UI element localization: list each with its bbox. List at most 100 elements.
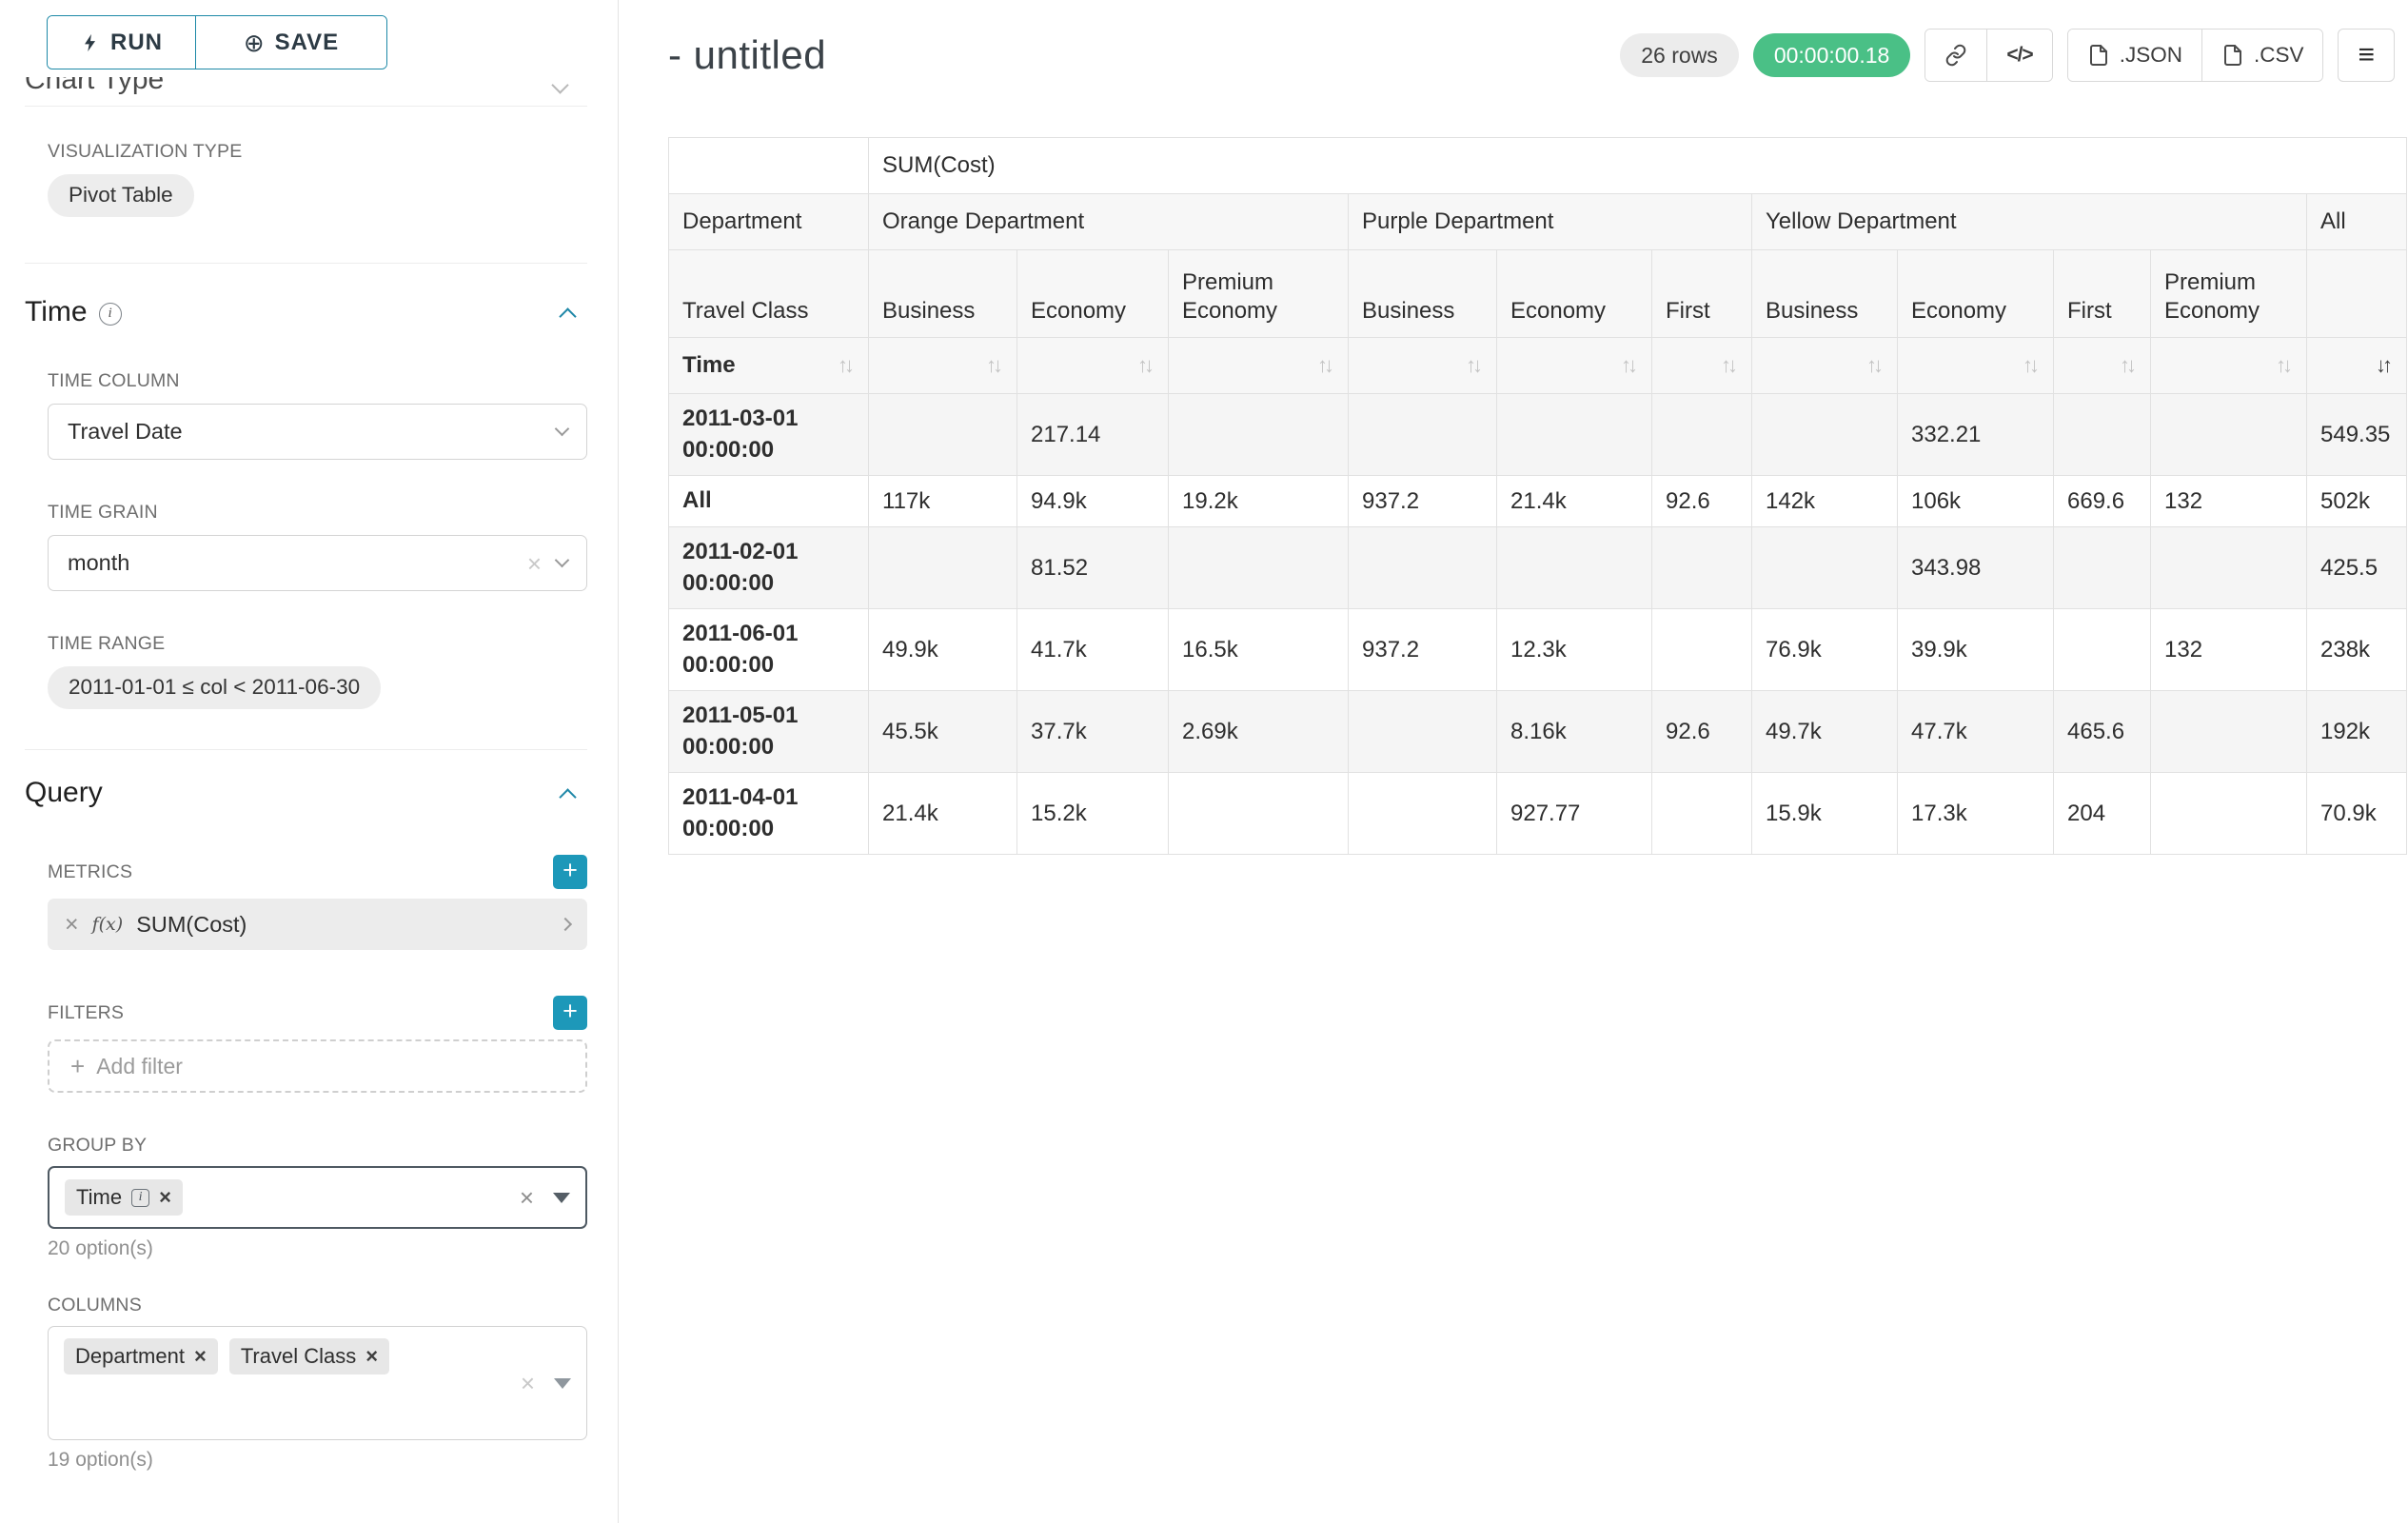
info-icon[interactable]: i: [99, 303, 122, 326]
group-by-options-hint: 20 option(s): [48, 1237, 587, 1260]
chevron-right-icon[interactable]: [559, 918, 572, 931]
chart-title[interactable]: - untitled: [668, 32, 826, 78]
pivot-value-cell: [1652, 527, 1752, 609]
group-by-chip-time[interactable]: Time i ×: [65, 1179, 183, 1216]
pivot-sort-cell: ↑↓: [1652, 338, 1752, 394]
sort-wrap: ↑↓: [1766, 353, 1884, 378]
pivot-value-cell: [2054, 394, 2151, 476]
pivot-value-cell: 937.2: [1349, 609, 1497, 691]
caret-down-icon[interactable]: [555, 553, 570, 568]
remove-chip-icon[interactable]: ×: [159, 1187, 171, 1208]
pivot-value-cell: 2.69k: [1169, 691, 1349, 773]
remove-metric-icon[interactable]: ×: [65, 913, 79, 937]
time-column-select[interactable]: Travel Date: [48, 404, 587, 460]
plus-circle-icon: ⊕: [244, 30, 266, 55]
pivot-class-header: Business: [869, 250, 1017, 338]
sort-wrap: ↑↓: [882, 353, 1003, 378]
viz-type-pill[interactable]: Pivot Table: [48, 174, 194, 217]
pivot-sort-cell: ↑↓: [1497, 338, 1652, 394]
pivot-data-row: All117k94.9k19.2k937.221.4k92.6142k106k6…: [669, 476, 2407, 527]
pivot-sort-row: Time↑↓↑↓↑↓↑↓↑↓↑↓↑↓↑↓↑↓↑↓↑↓↓↑: [669, 338, 2407, 394]
time-range-pill[interactable]: 2011-01-01 ≤ col < 2011-06-30: [48, 666, 381, 709]
lightning-icon: [80, 32, 101, 53]
columns-select[interactable]: Department × Travel Class × ×: [48, 1326, 587, 1440]
collapse-chevron-icon[interactable]: [559, 788, 576, 805]
run-button[interactable]: RUN: [48, 16, 196, 69]
sort-icon[interactable]: ↑↓: [1721, 353, 1738, 378]
sort-icon[interactable]: ↑↓: [2023, 353, 2040, 378]
remove-chip-icon[interactable]: ×: [194, 1346, 207, 1367]
chart-type-section-header[interactable]: Chart Type: [25, 77, 587, 98]
pivot-value-cell: 549.35: [2307, 394, 2407, 476]
pivot-value-cell: 17.3k: [1898, 773, 2054, 855]
sort-icon[interactable]: ↑↓: [2276, 353, 2293, 378]
pivot-value-cell: 192k: [2307, 691, 2407, 773]
metric-chip[interactable]: × f(x) SUM(Cost): [48, 899, 587, 950]
clear-icon[interactable]: ×: [520, 1185, 534, 1210]
sort-icon-active[interactable]: ↓↑: [2376, 353, 2393, 378]
add-filter-plus-button[interactable]: +: [553, 996, 587, 1030]
export-csv-button[interactable]: .CSV: [2201, 30, 2323, 81]
pivot-sort-cell: ↑↓: [1752, 338, 1898, 394]
time-grain-select[interactable]: month ×: [48, 535, 587, 591]
query-section-title: Query: [25, 777, 103, 809]
pivot-department-row: DepartmentOrange DepartmentPurple Depart…: [669, 194, 2407, 250]
pivot-sort-cell: ↑↓: [2054, 338, 2151, 394]
caret-down-icon[interactable]: [555, 422, 570, 437]
sort-icon[interactable]: ↑↓: [2120, 353, 2137, 378]
pivot-department-group-header: Yellow Department: [1752, 194, 2307, 250]
pivot-class-row: Travel ClassBusinessEconomyPremium Econo…: [669, 250, 2407, 338]
group-by-select[interactable]: Time i × ×: [48, 1166, 587, 1229]
pivot-row-label: 2011-04-01 00:00:00: [669, 773, 869, 855]
pivot-value-cell: 49.9k: [869, 609, 1017, 691]
pivot-value-cell: 45.5k: [869, 691, 1017, 773]
pivot-value-cell: 927.77: [1497, 773, 1652, 855]
sort-icon[interactable]: ↑↓: [1137, 353, 1155, 378]
save-button[interactable]: ⊕ SAVE: [196, 16, 386, 69]
columns-chip-department[interactable]: Department ×: [64, 1338, 218, 1375]
copy-link-button[interactable]: [1925, 30, 1986, 81]
sort-icon[interactable]: ↑↓: [1466, 353, 1483, 378]
pivot-class-header: Economy: [1898, 250, 2054, 338]
add-filter-label: Add filter: [96, 1054, 183, 1079]
sort-wrap: ↑↓: [1031, 353, 1155, 378]
time-range-label: TIME RANGE: [48, 633, 587, 655]
function-icon: f(x): [92, 914, 124, 935]
pivot-sort-cell-all: ↓↑: [2307, 338, 2407, 394]
time-section-header[interactable]: Time i: [25, 296, 587, 328]
pivot-class-header-empty: [2307, 250, 2407, 338]
caret-down-icon[interactable]: [554, 1378, 571, 1389]
sort-icon[interactable]: ↑↓: [838, 353, 855, 378]
link-icon: [1944, 44, 1967, 67]
plus-icon: +: [70, 1054, 85, 1078]
pivot-sort-cell: ↑↓: [1898, 338, 2054, 394]
remove-chip-icon[interactable]: ×: [365, 1346, 378, 1367]
sort-icon[interactable]: ↑↓: [1621, 353, 1638, 378]
more-options-button[interactable]: ≡: [2338, 29, 2395, 82]
explore-app: RUN ⊕ SAVE Chart Type VISUALIZATION TYPE…: [0, 0, 2408, 1523]
pivot-value-cell: 106k: [1898, 476, 2054, 527]
collapse-chevron-icon[interactable]: [559, 307, 576, 325]
sort-icon[interactable]: ↑↓: [986, 353, 1003, 378]
pivot-value-cell: [2151, 394, 2307, 476]
clear-icon[interactable]: ×: [527, 551, 542, 576]
export-json-button[interactable]: .JSON: [2068, 30, 2201, 81]
pivot-value-cell: [1497, 394, 1652, 476]
pivot-department-group-header: Orange Department: [869, 194, 1349, 250]
pivot-department-group-header: Purple Department: [1349, 194, 1752, 250]
clear-icon[interactable]: ×: [521, 1371, 535, 1395]
add-filter-button[interactable]: + Add filter: [48, 1039, 587, 1093]
pivot-value-cell: 142k: [1752, 476, 1898, 527]
query-section-header[interactable]: Query: [25, 777, 587, 809]
sort-icon[interactable]: ↑↓: [1866, 353, 1884, 378]
sort-icon[interactable]: ↑↓: [1317, 353, 1334, 378]
pivot-value-cell: [1169, 527, 1349, 609]
embed-code-button[interactable]: </>: [1986, 30, 2051, 81]
pivot-class-header: Business: [1349, 250, 1497, 338]
columns-chip-travel-class[interactable]: Travel Class ×: [229, 1338, 389, 1375]
add-metric-button[interactable]: +: [553, 855, 587, 889]
caret-down-icon[interactable]: [553, 1193, 570, 1203]
divider: [25, 263, 587, 264]
info-badge-icon[interactable]: i: [131, 1189, 149, 1207]
pivot-metric-row: SUM(Cost): [669, 138, 2407, 194]
